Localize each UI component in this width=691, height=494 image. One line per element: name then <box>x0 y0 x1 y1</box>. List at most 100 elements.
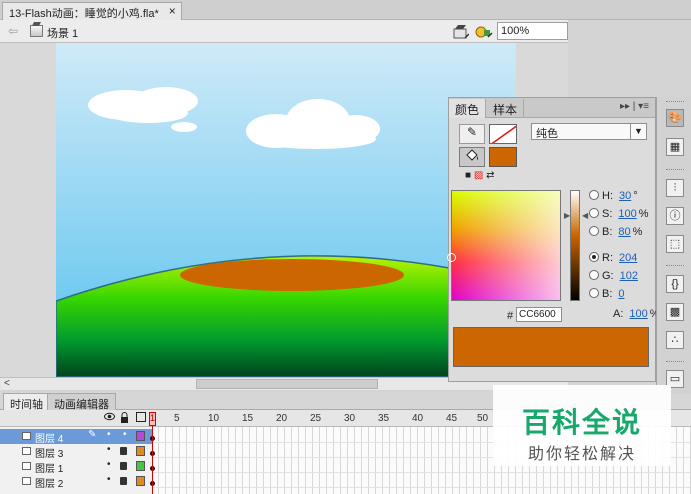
saturation-row[interactable]: S: 100% <box>589 208 649 224</box>
layer-name[interactable]: 图层 1 <box>35 460 63 475</box>
info-panel-icon[interactable]: ⓘ <box>666 207 684 225</box>
hex-label: # <box>507 310 514 322</box>
layer-name[interactable]: 图层 2 <box>35 475 63 490</box>
visibility-dot-icon[interactable]: • <box>107 444 111 455</box>
fill-color-swatch[interactable] <box>489 147 517 167</box>
edit-scene-button[interactable] <box>453 24 470 39</box>
blue-value[interactable]: 0 <box>618 288 624 300</box>
layer-icon <box>22 447 31 455</box>
transform-panel-icon[interactable]: ⬚ <box>666 235 684 253</box>
components-panel-icon[interactable]: ▩ <box>666 303 684 321</box>
alpha-row[interactable]: A: 100% <box>613 308 660 320</box>
color-tools: ■ ▨ ⇄ <box>465 170 494 181</box>
brightness-value[interactable]: 80 <box>618 226 630 238</box>
lock-icon[interactable] <box>120 412 129 426</box>
scene-clapper-icon <box>30 25 43 37</box>
stroke-color-swatch[interactable] <box>489 124 517 144</box>
saturation-radio[interactable] <box>589 208 599 218</box>
dock-grip[interactable] <box>666 361 684 363</box>
lock-icon[interactable] <box>120 447 127 455</box>
red-radio[interactable] <box>589 252 599 262</box>
playhead[interactable]: 1 <box>149 410 156 494</box>
dock-grip[interactable] <box>666 101 684 103</box>
lock-dot-icon[interactable]: • <box>123 429 127 440</box>
lock-icon[interactable] <box>120 462 127 470</box>
layer-color-swatch[interactable] <box>136 476 145 486</box>
fill-color-button[interactable] <box>459 147 485 167</box>
fill-type-select[interactable]: 纯色 ▼ <box>531 123 647 140</box>
document-tab-title: 13-Flash动画：睡觉的小鸡.fla* <box>9 8 159 20</box>
scene-label[interactable]: 场景 1 <box>47 25 78 41</box>
frame-number: 30 <box>344 413 356 424</box>
visibility-dot-icon[interactable]: • <box>107 429 111 440</box>
green-row[interactable]: G: 102 <box>589 270 638 286</box>
frame-number: 50 <box>477 413 489 424</box>
layer-color-swatch[interactable] <box>136 461 145 471</box>
edit-bar: ⇦ 场景 1 100% <box>0 20 568 43</box>
chevron-down-icon: ▼ <box>630 124 646 139</box>
color-preview <box>453 327 649 367</box>
visibility-dot-icon[interactable]: • <box>107 474 111 485</box>
hue-value[interactable]: 30 <box>619 190 631 202</box>
slider-arrow-icon: ◀ <box>582 211 589 220</box>
layer-row[interactable]: 图层 4 ✎ • • <box>0 429 155 445</box>
layer-color-swatch[interactable] <box>136 431 145 441</box>
tab-motion-editor[interactable]: 动画编辑器 <box>47 393 116 411</box>
brightness-radio[interactable] <box>589 226 599 236</box>
saturation-value[interactable]: 100 <box>618 208 636 220</box>
hue-row[interactable]: H: 30 ° <box>589 190 638 206</box>
scrollbar-thumb[interactable] <box>196 379 378 389</box>
close-icon[interactable]: × <box>169 4 176 18</box>
swatches-panel-icon[interactable]: ▦ <box>666 138 684 156</box>
watermark-subtitle: 助你轻松解决 <box>527 446 636 463</box>
layer-row[interactable]: 图层 3 • <box>0 444 155 460</box>
dock-grip[interactable] <box>666 265 684 267</box>
back-arrow-icon[interactable]: ⇦ <box>8 24 18 38</box>
align-panel-icon[interactable]: ⫶ <box>666 179 684 197</box>
dock-grip[interactable] <box>666 169 684 171</box>
color-field[interactable] <box>451 190 561 301</box>
document-tab[interactable]: 13-Flash动画：睡觉的小鸡.fla* × <box>2 2 182 20</box>
stage[interactable] <box>56 43 516 377</box>
green-radio[interactable] <box>589 270 599 280</box>
hex-field[interactable]: CC6600 <box>516 307 562 322</box>
tab-swatches[interactable]: 样本 <box>487 99 525 118</box>
code-snippets-icon[interactable]: {} <box>666 275 684 293</box>
black-white-icon[interactable]: ■ <box>465 170 471 181</box>
blue-row[interactable]: B: 0 <box>589 288 625 304</box>
outline-icon[interactable] <box>136 412 146 425</box>
green-value[interactable]: 102 <box>620 270 638 282</box>
lock-icon[interactable] <box>120 477 127 485</box>
hue-radio[interactable] <box>589 190 599 200</box>
frame-number: 10 <box>208 413 220 424</box>
layer-row[interactable]: 图层 1 • <box>0 459 155 475</box>
stroke-color-button[interactable]: ✎ <box>459 124 485 144</box>
tab-color[interactable]: 颜色 <box>449 99 487 118</box>
swap-colors-icon[interactable]: ⇄ <box>486 170 494 181</box>
layer-name[interactable]: 图层 3 <box>35 445 63 460</box>
no-color-icon[interactable]: ▨ <box>474 170 483 181</box>
edit-symbols-button[interactable] <box>475 24 493 39</box>
eye-icon[interactable] <box>104 412 115 424</box>
motion-presets-icon[interactable]: ∴ <box>666 331 684 349</box>
layer-name[interactable]: 图层 4 <box>35 430 63 445</box>
tab-timeline[interactable]: 时间轴 <box>3 393 50 411</box>
brightness-slider[interactable] <box>570 190 580 301</box>
zoom-field[interactable]: 100% <box>497 22 568 40</box>
frame-number: 5 <box>174 413 180 424</box>
scroll-left-arrow-icon[interactable]: < <box>4 378 10 389</box>
color-field-cursor[interactable] <box>447 253 456 262</box>
layer-icon <box>22 432 31 440</box>
frame-number: 40 <box>412 413 424 424</box>
brightness-row[interactable]: B: 80% <box>589 226 642 242</box>
color-panel-icon[interactable]: 🎨 <box>666 109 684 127</box>
alpha-value[interactable]: 100 <box>629 308 647 320</box>
watermark: 百科全说 助你轻松解决 <box>493 385 671 466</box>
visibility-dot-icon[interactable]: • <box>107 459 111 470</box>
red-value[interactable]: 204 <box>619 252 637 264</box>
layer-row[interactable]: 图层 2 • <box>0 474 155 490</box>
red-row[interactable]: R: 204 <box>589 252 637 268</box>
panel-menu-icon[interactable]: ▸▸ | ▾≡ <box>620 101 649 112</box>
blue-radio[interactable] <box>589 288 599 298</box>
layer-color-swatch[interactable] <box>136 446 145 456</box>
